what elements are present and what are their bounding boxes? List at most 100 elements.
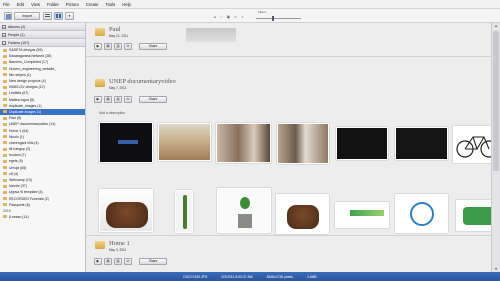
sidebar-item-label: Home 1 (64) — [9, 128, 29, 133]
play-icon[interactable]: ▶ — [94, 43, 102, 50]
scrollbar-thumb[interactable] — [493, 31, 499, 171]
play-icon[interactable]: ▶ — [94, 258, 102, 265]
sidebar-group-people[interactable]: + People (1) — [0, 31, 85, 39]
stump-shape — [238, 214, 252, 228]
thumbs-icon — [56, 14, 61, 18]
print-icon[interactable]: ▥ — [114, 43, 122, 50]
album-actions: ▶ ▤ ▥ ✉ Share — [94, 258, 167, 265]
edit-icon[interactable]: ▤ — [104, 43, 112, 50]
email-icon[interactable]: ✉ — [124, 258, 132, 265]
menu-file[interactable]: File — [3, 2, 10, 7]
photo-thumbnail[interactable] — [216, 123, 271, 163]
folder-icon — [3, 54, 7, 58]
sidebar-item-label: Huvero_engineering_website_ — [9, 66, 57, 71]
album-unep: UNEP documentaryvideo May 7, 2011 ▶ ▤ ▥ … — [86, 73, 500, 236]
sidebar-group-label: Albums (2) — [8, 24, 26, 29]
back-icon[interactable]: ◂ — [212, 15, 217, 20]
sidebar-item-label: SASETA designs (59) — [9, 48, 43, 53]
email-icon[interactable]: ✉ — [124, 43, 132, 50]
photo-thumbnail[interactable] — [336, 127, 388, 160]
view-small-button[interactable] — [43, 12, 52, 20]
album-date: May 3, 2011 — [109, 248, 127, 252]
menu-create[interactable]: Create — [86, 2, 99, 7]
scroll-up-icon[interactable]: ▴ — [493, 23, 499, 29]
status-filename: DSC07435.JPG — [183, 274, 208, 279]
expand-icon[interactable]: + — [2, 32, 6, 37]
sidebar-item-label: Umoja (65) — [9, 165, 27, 170]
photo-thumbnail[interactable] — [175, 190, 193, 233]
menu-bar: File Edit View Folder Picture Create Too… — [0, 0, 500, 9]
collapse-icon[interactable]: − — [2, 40, 6, 45]
slider-handle[interactable] — [272, 16, 274, 21]
grid-icon — [5, 13, 11, 19]
status-bar: DSC07435.JPG 2/3/2011 8:53:37 AM 3648x27… — [0, 272, 500, 281]
folder-icon — [3, 85, 7, 89]
folder-icon — [3, 153, 7, 157]
share-button[interactable]: Share — [139, 96, 167, 103]
sidebar-item[interactable]: 6-seaso (14) — [0, 214, 85, 220]
edit-icon[interactable]: ▤ — [104, 96, 112, 103]
menu-tools[interactable]: Tools — [105, 2, 115, 7]
photo-library: Paul May 12, 2011 ▶ ▤ ▥ ✉ Share UNEP doc… — [86, 23, 500, 272]
album-title[interactable]: Home 1 — [109, 240, 130, 247]
sidebar-group-albums[interactable]: + Albums (2) — [0, 23, 85, 31]
sidebar-item-label: New design projects (4) — [9, 79, 46, 84]
cake-shape — [106, 202, 148, 228]
view-thumbs-button[interactable] — [54, 12, 63, 20]
album-description[interactable]: Add a description — [99, 111, 125, 115]
print-icon[interactable]: ▥ — [114, 96, 122, 103]
folder-icon — [3, 73, 7, 77]
date-filter-slider[interactable] — [256, 18, 301, 19]
menu-folder[interactable]: Folder — [47, 2, 59, 7]
folder-icon — [3, 159, 7, 163]
edit-icon[interactable]: ▤ — [104, 258, 112, 265]
album-paul: Paul May 12, 2011 ▶ ▤ ▥ ✉ Share — [86, 23, 491, 57]
sidebar-item-label: fill hangup (2) — [9, 147, 31, 152]
album-title[interactable]: Paul — [109, 26, 121, 33]
photo-thumbnail[interactable] — [277, 123, 329, 164]
sidebar-item-label: Nicolo (1) — [9, 134, 24, 139]
filters-panel: Filters ◂ ☆ ▣ ☺ ⌖ — [210, 10, 350, 22]
photo-thumbnail[interactable] — [395, 127, 448, 160]
folder-icon — [3, 203, 7, 207]
share-button[interactable]: Share — [139, 43, 167, 50]
album-title[interactable]: UNEP documentaryvideo — [109, 78, 176, 85]
photo-thumbnail[interactable] — [99, 122, 153, 163]
view-options-button[interactable]: ▾ — [65, 12, 74, 20]
sidebar-item-label: Kasaragwana Network (28) — [9, 54, 52, 59]
library-view-button[interactable] — [4, 12, 12, 20]
sidebar-group-folders[interactable]: − Folders (107) — [0, 39, 85, 47]
sidebar-item-label: Nzioke (37) — [9, 184, 27, 189]
photo-thumbnail[interactable] — [217, 188, 271, 233]
menu-picture[interactable]: Picture — [66, 2, 79, 7]
main-scrollbar[interactable]: ▴ ▾ — [491, 23, 500, 272]
photo-thumbnail[interactable] — [335, 202, 389, 228]
list-icon — [45, 14, 50, 17]
print-icon[interactable]: ▥ — [114, 258, 122, 265]
menu-help[interactable]: Help — [122, 2, 131, 7]
sidebar-item-label: Mattea logos (8) — [9, 97, 35, 102]
expand-icon[interactable]: + — [2, 24, 6, 29]
photo-thumbnail[interactable] — [395, 194, 448, 233]
star-icon[interactable]: ☆ — [219, 15, 224, 20]
movie-icon[interactable]: ▣ — [226, 15, 231, 20]
menu-edit[interactable]: Edit — [17, 2, 24, 7]
photo-thumbnail[interactable] — [276, 194, 329, 234]
import-button[interactable]: Import — [14, 12, 40, 20]
photo-thumbnail[interactable] — [99, 189, 153, 232]
album-preview[interactable] — [186, 28, 236, 42]
folder-icon — [3, 190, 7, 194]
face-icon[interactable]: ☺ — [233, 15, 238, 20]
folder-icon — [3, 178, 7, 182]
sidebar-item-label: Webcamp (10) — [9, 178, 32, 183]
folder-icon — [95, 79, 105, 87]
folder-icon — [3, 122, 7, 126]
menu-view[interactable]: View — [31, 2, 40, 7]
sidebar-item-label: duplicate_images (1) — [9, 103, 42, 108]
photo-thumbnail[interactable] — [158, 123, 211, 161]
play-icon[interactable]: ▶ — [94, 96, 102, 103]
folder-icon — [3, 67, 7, 71]
share-button[interactable]: Share — [139, 258, 167, 265]
email-icon[interactable]: ✉ — [124, 96, 132, 103]
geotag-icon[interactable]: ⌖ — [240, 15, 245, 20]
